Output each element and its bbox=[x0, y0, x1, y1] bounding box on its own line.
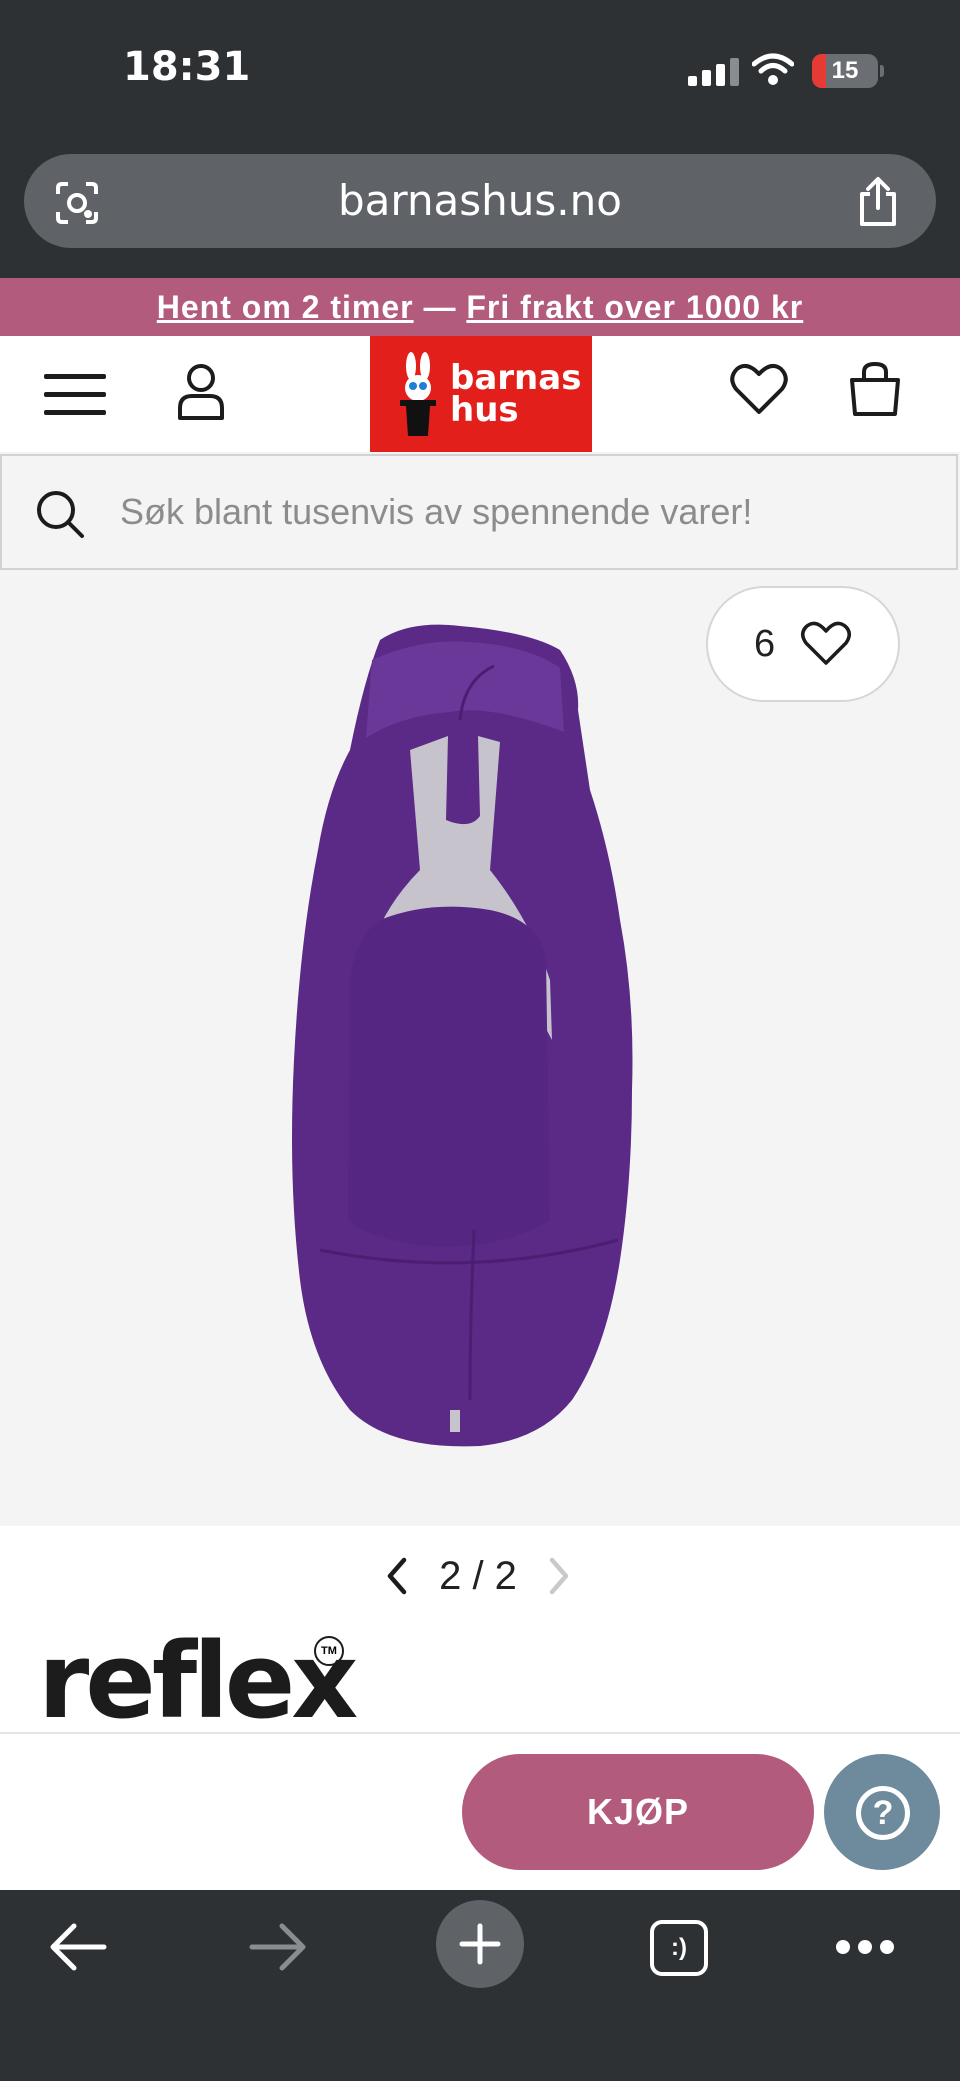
battery-level: 15 bbox=[831, 57, 859, 84]
pickup-link[interactable]: Hent om 2 timer bbox=[157, 289, 414, 325]
promo-banner: Hent om 2 timer — Fri frakt over 1000 kr bbox=[0, 278, 960, 336]
brand-logo[interactable]: reflex bbox=[38, 1626, 358, 1736]
back-arrow-icon[interactable] bbox=[48, 1920, 108, 1974]
user-icon[interactable] bbox=[176, 362, 226, 422]
product-footmuff-image bbox=[292, 624, 633, 1447]
wishlist-heart-icon[interactable] bbox=[730, 362, 788, 416]
logo-line-2: hus bbox=[450, 390, 519, 430]
forward-arrow-icon[interactable] bbox=[248, 1920, 308, 1974]
help-button[interactable]: ? bbox=[824, 1754, 940, 1870]
promo-separator: — bbox=[413, 289, 467, 325]
share-icon[interactable] bbox=[854, 176, 902, 228]
barnashus-logo[interactable]: barnas hus bbox=[370, 336, 592, 452]
menu-icon[interactable] bbox=[44, 372, 106, 418]
wifi-icon bbox=[752, 53, 794, 85]
trademark-badge: TM bbox=[314, 1636, 344, 1666]
url-text[interactable]: barnashus.no bbox=[0, 154, 960, 248]
image-pager-text: 2 / 2 bbox=[439, 1554, 517, 1598]
plus-icon bbox=[459, 1923, 501, 1965]
rabbit-hat-icon bbox=[400, 352, 436, 436]
favorite-count-button[interactable]: 6 bbox=[706, 586, 900, 702]
new-tab-button[interactable] bbox=[436, 1900, 524, 1988]
favorite-count: 6 bbox=[754, 623, 776, 665]
search-input[interactable]: Søk blant tusenvis av spennende varer! bbox=[120, 454, 752, 570]
more-options-icon[interactable] bbox=[836, 1940, 894, 1956]
shopping-bag-icon[interactable] bbox=[848, 362, 902, 418]
chevron-left-icon[interactable] bbox=[384, 1556, 408, 1596]
tab-switcher-button[interactable]: :) bbox=[650, 1920, 708, 1976]
search-icon bbox=[37, 491, 84, 538]
chevron-right-icon[interactable] bbox=[548, 1556, 572, 1596]
buy-button[interactable]: KJØP bbox=[462, 1754, 814, 1870]
cellular-signal-icon bbox=[688, 58, 744, 86]
heart-icon bbox=[801, 621, 851, 665]
battery-icon: 15 bbox=[812, 54, 884, 88]
status-time: 18:31 bbox=[123, 44, 251, 90]
help-icon: ? bbox=[856, 1786, 910, 1840]
lens-icon[interactable] bbox=[54, 180, 100, 226]
free-shipping-link[interactable]: Fri frakt over 1000 kr bbox=[466, 289, 803, 325]
